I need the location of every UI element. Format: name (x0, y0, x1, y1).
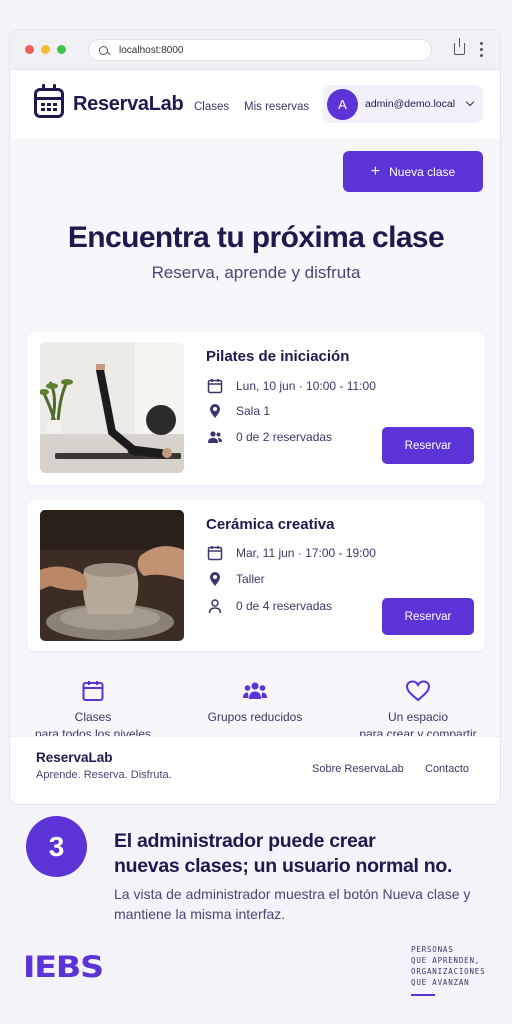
chevron-down-icon (465, 97, 475, 107)
calendar-icon (207, 546, 223, 561)
search-icon (99, 45, 108, 55)
tagline-line: QUE AVANZAN (411, 978, 470, 987)
caption-title-line: El administrador puede crear (114, 830, 376, 852)
feature-title: Grupos reducidos (207, 710, 303, 724)
person-icon (208, 599, 222, 614)
feature-small-groups: Grupos reducidos (173, 679, 337, 726)
new-class-button[interactable]: + Nueva clase (343, 151, 483, 192)
brand-name[interactable]: ReservaLab (73, 93, 184, 116)
calendar-logo-icon[interactable] (34, 84, 64, 118)
brand-tagline: PERSONAS QUE APRENDEN, ORGANIZACIONES QU… (411, 944, 485, 988)
avatar: A (327, 89, 358, 120)
capacity-text: 0 de 4 reservadas (236, 599, 333, 613)
pilates-image (40, 342, 184, 473)
footer-tagline: Aprende. Reserva. Disfruta. (36, 769, 172, 781)
url-text: localhost:8000 (119, 44, 184, 56)
class-schedule: Lun, 10 jun · 10:00 - 11:00 (207, 378, 376, 394)
group-icon (208, 431, 222, 443)
page-footer: ReservaLab Aprende. Reserva. Disfruta. S… (10, 736, 500, 804)
class-capacity: 0 de 4 reservadas (207, 598, 332, 614)
heart-icon (405, 680, 431, 702)
location-pin-icon (210, 572, 220, 586)
plus-icon: + (370, 162, 381, 180)
reserve-button[interactable]: Reservar (382, 427, 474, 464)
group-icon (243, 682, 267, 699)
footer-brand: ReservaLab (36, 750, 113, 765)
share-icon[interactable] (454, 38, 465, 55)
more-options-icon[interactable] (480, 42, 483, 57)
feature-title: Clases (74, 710, 112, 724)
nav-link-my-bookings[interactable]: Mis reservas (244, 101, 309, 113)
location-text: Taller (236, 572, 265, 586)
top-navigation: ReservaLab Clases Mis reservas A admin@d… (10, 71, 500, 139)
tagline-line: QUE APRENDEN, (411, 956, 481, 965)
main-content: + Nueva clase Encuentra tu próxima clase… (10, 139, 500, 741)
tagline-underline (411, 994, 435, 996)
browser-window: localhost:8000 ReservaLab Clases Mis res… (9, 29, 501, 805)
ceramics-image (40, 510, 184, 641)
tagline-line: PERSONAS (411, 945, 454, 954)
step-number-badge: 3 (26, 816, 87, 877)
feature-levels: Clases para todos los niveles (11, 679, 175, 743)
nav-link-classes[interactable]: Clases (194, 101, 229, 113)
caption-title-line: nuevas clases; un usuario normal no. (114, 855, 453, 877)
tagline-line: ORGANIZACIONES (411, 967, 486, 976)
page-subtitle: Reserva, aprende y disfruta (151, 263, 361, 282)
user-email: admin@demo.local (365, 98, 456, 110)
minimize-window-icon[interactable] (41, 45, 50, 54)
maximize-window-icon[interactable] (57, 45, 66, 54)
class-schedule: Mar, 11 jun · 17:00 - 19:00 (207, 545, 376, 561)
class-title[interactable]: Cerámica creativa (206, 516, 334, 533)
caption-title: El administrador puede crear nuevas clas… (114, 829, 494, 879)
class-card: Pilates de iniciación Lun, 10 jun · 10:0… (27, 332, 485, 485)
feature-space: Un espacio para crear y compartir (336, 679, 500, 743)
calendar-icon (207, 379, 223, 394)
location-text: Sala 1 (236, 404, 271, 418)
calendar-icon (82, 681, 104, 701)
location-pin-icon (210, 404, 220, 418)
caption-body: La vista de administrador muestra el bot… (114, 886, 471, 922)
class-title[interactable]: Pilates de iniciación (206, 348, 349, 365)
footer-link-about[interactable]: Sobre ReservaLab (312, 763, 404, 775)
feature-title: Un espacio (387, 710, 449, 724)
class-location: Sala 1 (207, 403, 270, 419)
capacity-text: 0 de 2 reservadas (236, 430, 333, 444)
class-card: Cerámica creativa Mar, 11 jun · 17:00 - … (27, 500, 485, 651)
schedule-text: Mar, 11 jun · 17:00 - 19:00 (236, 546, 376, 560)
browser-toolbar: localhost:8000 (10, 30, 500, 70)
close-window-icon[interactable] (25, 45, 34, 54)
reserve-button[interactable]: Reservar (382, 598, 474, 635)
user-menu[interactable]: A admin@demo.local (323, 85, 483, 123)
new-class-label: Nueva clase (389, 164, 456, 179)
page-title: Encuentra tu próxima clase (67, 221, 445, 254)
schedule-text: Lun, 10 jun · 10:00 - 11:00 (236, 379, 376, 393)
iebs-logo: IEBS (23, 950, 104, 984)
footer-link-contact[interactable]: Contacto (425, 763, 469, 775)
address-bar[interactable]: localhost:8000 (88, 39, 432, 61)
class-capacity: 0 de 2 reservadas (207, 429, 332, 445)
class-location: Taller (207, 571, 265, 587)
